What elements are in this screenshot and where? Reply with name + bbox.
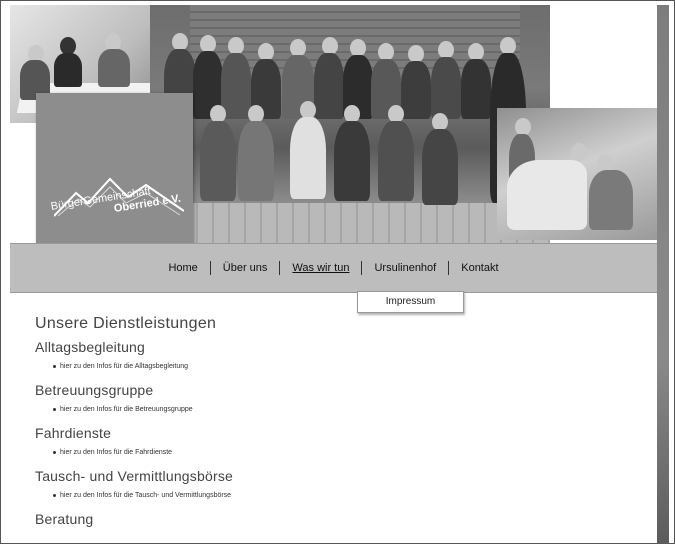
page-scrollbar[interactable] xyxy=(657,5,669,544)
bullet-icon xyxy=(53,364,56,368)
children-photo xyxy=(497,108,657,240)
section-title-tauschboerse: Tausch- und Vermittlungsbörse xyxy=(35,468,234,484)
list-item[interactable]: hier zu den Infos für die Alltagsbegleit… xyxy=(53,363,635,370)
nav-item-was-wir-tun[interactable]: Was wir tun xyxy=(280,261,363,275)
list-item[interactable]: hier zu den Infos für die Betreuungsgrup… xyxy=(53,406,635,413)
info-link[interactable]: hier zu den Infos für die Tausch- und Ve… xyxy=(60,492,231,499)
info-link[interactable]: hier zu den Infos für die Betreuungsgrup… xyxy=(60,406,193,413)
list-item[interactable]: hier zu den Infos für die Fahrdienste xyxy=(53,449,635,456)
bullet-icon xyxy=(53,407,56,411)
nav-item-kontakt[interactable]: Kontakt xyxy=(449,261,510,275)
bullet-icon xyxy=(53,450,56,454)
logo[interactable]: BürgerGemeinschaft Oberried e.V. xyxy=(36,93,193,243)
section-title-beratung: Beratung xyxy=(35,511,94,527)
nav-item-home[interactable]: Home xyxy=(156,261,211,275)
nav-item-ueber-uns[interactable]: Über uns xyxy=(211,261,281,275)
nav-item-ursulinenhof[interactable]: Ursulinenhof xyxy=(362,261,450,275)
list-item[interactable]: hier zu den Infos für die Tausch- und Ve… xyxy=(53,492,635,499)
info-link[interactable]: hier zu den Infos für die Alltagsbegleit… xyxy=(60,363,188,370)
main-content: Unsere Dienstleistungen Alltagsbegleitun… xyxy=(35,315,635,527)
submenu-impressum[interactable]: Impressum xyxy=(357,291,464,313)
section-title-betreuungsgruppe: Betreuungsgruppe xyxy=(35,382,154,398)
group-photo xyxy=(150,5,550,243)
header-photo-collage: BürgerGemeinschaft Oberried e.V. xyxy=(10,5,657,243)
main-navigation: Home Über uns Was wir tun Ursulinenhof K… xyxy=(10,243,657,293)
section-title-fahrdienste: Fahrdienste xyxy=(35,425,112,441)
bullet-icon xyxy=(53,493,56,497)
page-title: Unsere Dienstleistungen xyxy=(35,315,217,332)
section-title-alltagsbegleitung: Alltagsbegleitung xyxy=(35,339,146,355)
info-link[interactable]: hier zu den Infos für die Fahrdienste xyxy=(60,449,172,456)
